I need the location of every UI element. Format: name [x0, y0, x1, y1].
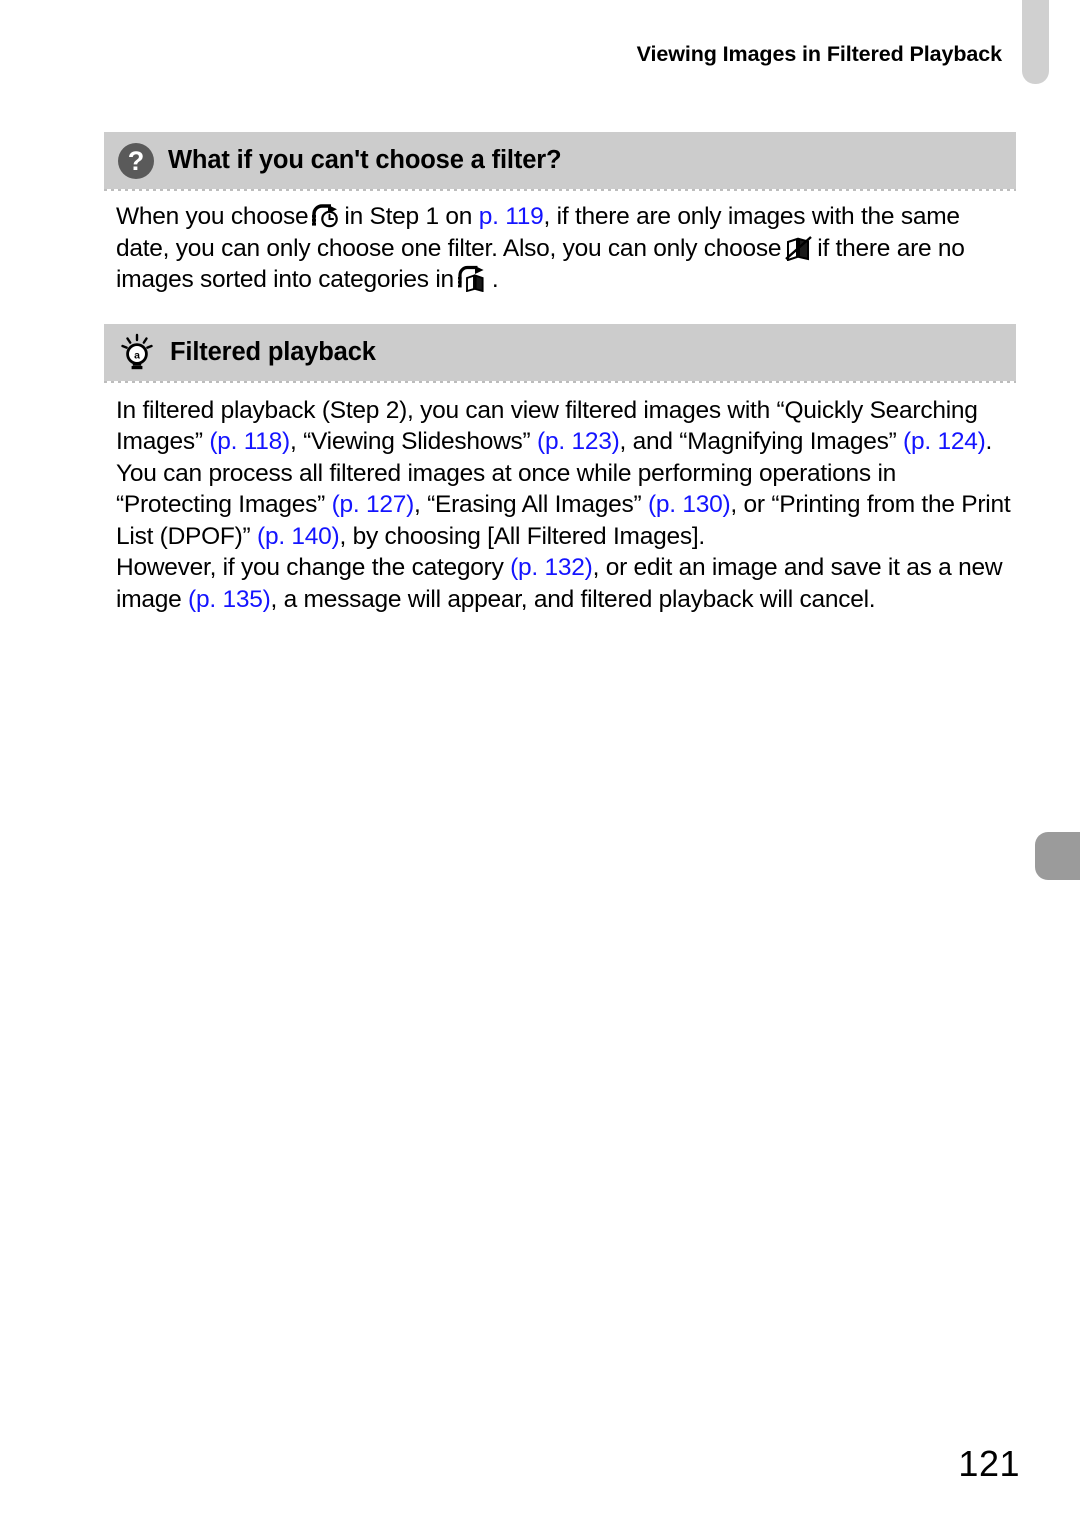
filter-by-shoot-date-icon: [311, 203, 341, 229]
page-reference[interactable]: (p. 118): [209, 428, 290, 455]
running-head: Viewing Images in Filtered Playback: [636, 42, 1002, 66]
callout-divider: [104, 189, 1016, 191]
page-reference[interactable]: (p. 140): [257, 523, 340, 550]
callout-divider: [104, 380, 1016, 383]
body-text-segment: in Step 1 on: [344, 203, 473, 230]
callout-header: ? What if you can't choose a filter?: [104, 132, 1016, 189]
page-reference[interactable]: p. 119: [479, 203, 544, 230]
filter-by-category-icon: [457, 265, 489, 293]
page-reference[interactable]: (p. 124): [903, 428, 986, 455]
body-text-segment: , by choosing [All Filtered Images].: [339, 522, 705, 550]
svg-text:a: a: [134, 350, 140, 362]
page-content: ? What if you can't choose a filter? Whe…: [104, 132, 1016, 615]
body-text-segment: , a message will appear, and filtered pl…: [270, 585, 876, 613]
callout-cannot-choose-filter: ? What if you can't choose a filter? Whe…: [104, 132, 1016, 296]
callout-body: In filtered playback (Step 2), you can v…: [116, 395, 1016, 616]
page-reference[interactable]: (p. 130): [648, 491, 731, 518]
side-thumb-tab: [1035, 832, 1080, 880]
page-reference[interactable]: (p. 135): [188, 586, 271, 613]
light-bulb-icon: a: [118, 333, 156, 371]
callout-title: Filtered playback: [170, 337, 376, 366]
callout-filtered-playback: a Filtered playback In filtered playback…: [104, 323, 1016, 616]
body-text-segment: .: [491, 266, 499, 293]
body-text-segment: , and “Magnifying Images”: [619, 428, 897, 455]
body-text-segment: , “Viewing Slideshows”: [289, 428, 531, 455]
top-thumb-tab: [1022, 0, 1049, 84]
body-text-segment: However, if you change the category: [116, 554, 504, 581]
callout-header: a Filtered playback: [104, 323, 1016, 381]
no-category-icon: [784, 235, 814, 261]
page-reference[interactable]: (p. 132): [510, 554, 593, 581]
body-text-segment: , “Erasing All Images”: [414, 491, 642, 518]
question-mark-icon: ?: [118, 142, 154, 179]
page-reference[interactable]: (p. 123): [537, 428, 620, 455]
page-reference[interactable]: (p. 127): [332, 491, 415, 518]
callout-body: When you choose in Step 1 on p. 119, if …: [116, 201, 1016, 296]
page-number: 121: [958, 1443, 1020, 1484]
callout-title: What if you can't choose a filter?: [168, 146, 562, 174]
body-text-segment: When you choose: [116, 203, 309, 230]
